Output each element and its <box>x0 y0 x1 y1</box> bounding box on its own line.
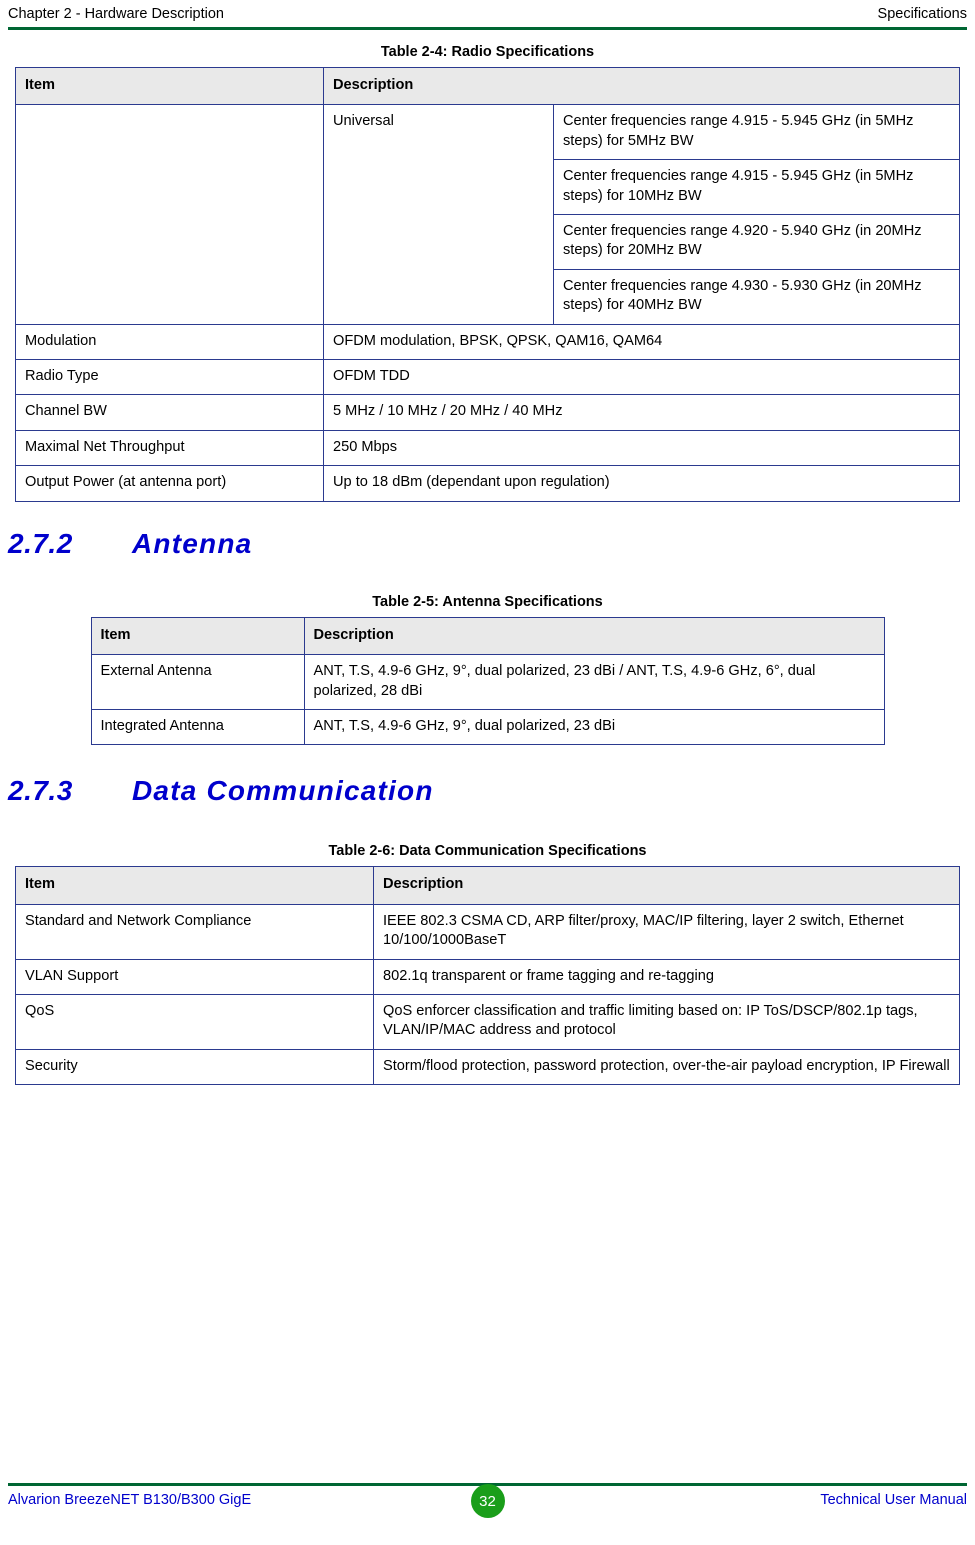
column-header-description: Description <box>303 616 885 656</box>
column-header-description: Description <box>323 66 960 106</box>
table-row: QoS QoS enforcer classification and traf… <box>15 993 960 1050</box>
table-row: Universal Center frequencies range 4.915… <box>15 104 960 325</box>
cell-universal-freq-40mhz: Center frequencies range 4.930 - 5.930 G… <box>553 268 960 325</box>
cell-description: OFDM modulation, BPSK, QPSK, QAM16, QAM6… <box>323 323 960 361</box>
table-row: Integrated Antenna ANT, T.S, 4.9-6 GHz, … <box>90 708 885 746</box>
table-header-row: Item Description <box>15 866 960 905</box>
section-number: 2.7.3 <box>8 775 73 807</box>
cell-description: 802.1q transparent or frame tagging and … <box>373 958 960 995</box>
cell-item: External Antenna <box>90 654 305 710</box>
cell-universal-freq-5mhz: Center frequencies range 4.915 - 5.945 G… <box>553 104 960 161</box>
column-header-description: Description <box>373 866 960 905</box>
table-row: VLAN Support 802.1q transparent or frame… <box>15 958 960 995</box>
cell-item: QoS <box>15 993 374 1050</box>
cell-item: Radio Type <box>15 359 324 396</box>
cell-description: 250 Mbps <box>323 429 960 467</box>
section-title: Data Communication <box>132 775 434 807</box>
table-header-row: Item Description <box>90 616 885 656</box>
footer-manual-label: Technical User Manual <box>820 1492 967 1508</box>
table-header-row: Item Description <box>15 66 960 106</box>
cell-item: Standard and Network Compliance <box>15 903 374 960</box>
table-2-4-caption: Table 2-4: Radio Specifications <box>380 44 595 60</box>
table-2-4: Item Description Universal Center freque… <box>15 66 960 502</box>
cell-item-blank <box>15 104 324 325</box>
cell-description: ANT, T.S, 4.9-6 GHz, 9°, dual polarized,… <box>303 654 885 710</box>
cell-description: ANT, T.S, 4.9-6 GHz, 9°, dual polarized,… <box>303 708 885 746</box>
table-row: Maximal Net Throughput 250 Mbps <box>15 429 960 467</box>
section-heading-2-7-3: 2.7.3 Data Communication <box>0 775 975 807</box>
table-row: Security Storm/flood protection, passwor… <box>15 1048 960 1086</box>
section-heading-2-7-2: 2.7.2 Antenna <box>0 528 975 560</box>
footer-product-label: Alvarion BreezeNET B130/B300 GigE <box>8 1492 252 1508</box>
cell-description: QoS enforcer classification and traffic … <box>373 993 960 1050</box>
table-2-6: Item Description Standard and Network Co… <box>15 866 960 1086</box>
cell-universal-freq-10mhz: Center frequencies range 4.915 - 5.945 G… <box>553 159 960 216</box>
table-row: Standard and Network Compliance IEEE 802… <box>15 903 960 960</box>
table-2-6-caption: Table 2-6: Data Communication Specificat… <box>328 843 647 860</box>
section-title: Antenna <box>132 527 253 559</box>
column-header-item: Item <box>90 616 305 656</box>
table-2-5-caption: Table 2-5: Antenna Specifications <box>372 593 603 610</box>
cell-description: IEEE 802.3 CSMA CD, ARP filter/proxy, MA… <box>373 903 960 960</box>
cell-item: Maximal Net Throughput <box>15 429 324 467</box>
header-section-label: Specifications <box>877 6 967 22</box>
cell-universal-freq-20mhz: Center frequencies range 4.920 - 5.940 G… <box>553 214 960 270</box>
header-divider <box>8 27 967 30</box>
cell-description: Storm/flood protection, password protect… <box>373 1048 960 1086</box>
cell-item: Channel BW <box>15 394 324 431</box>
table-row: Modulation OFDM modulation, BPSK, QPSK, … <box>15 323 960 361</box>
section-number: 2.7.2 <box>8 527 73 559</box>
cell-item: Security <box>15 1048 374 1086</box>
page-header: Chapter 2 - Hardware Description Specifi… <box>0 0 975 28</box>
page-content: Table 2-4: Radio Specifications Item Des… <box>0 44 975 1086</box>
table-row: External Antenna ANT, T.S, 4.9-6 GHz, 9°… <box>90 654 885 710</box>
cell-description: OFDM TDD <box>323 359 960 396</box>
cell-item: Output Power (at antenna port) <box>15 465 324 502</box>
cell-item: Modulation <box>15 323 324 361</box>
header-chapter-label: Chapter 2 - Hardware Description <box>8 6 224 22</box>
page-number-badge: 32 <box>470 1484 505 1518</box>
table-row: Output Power (at antenna port) Up to 18 … <box>15 465 960 502</box>
cell-description: Up to 18 dBm (dependant upon regulation) <box>323 465 960 502</box>
column-header-item: Item <box>15 66 324 106</box>
column-header-item: Item <box>15 866 374 905</box>
cell-description: 5 MHz / 10 MHz / 20 MHz / 40 MHz <box>323 394 960 431</box>
cell-item: Integrated Antenna <box>90 708 305 746</box>
table-row: Channel BW 5 MHz / 10 MHz / 20 MHz / 40 … <box>15 394 960 431</box>
cell-item: VLAN Support <box>15 958 374 995</box>
table-2-5: Item Description External Antenna ANT, T… <box>90 616 885 746</box>
table-row: Radio Type OFDM TDD <box>15 359 960 396</box>
page-footer: Alvarion BreezeNET B130/B300 GigE Techni… <box>0 1483 975 1523</box>
cell-universal-label: Universal <box>323 104 554 325</box>
